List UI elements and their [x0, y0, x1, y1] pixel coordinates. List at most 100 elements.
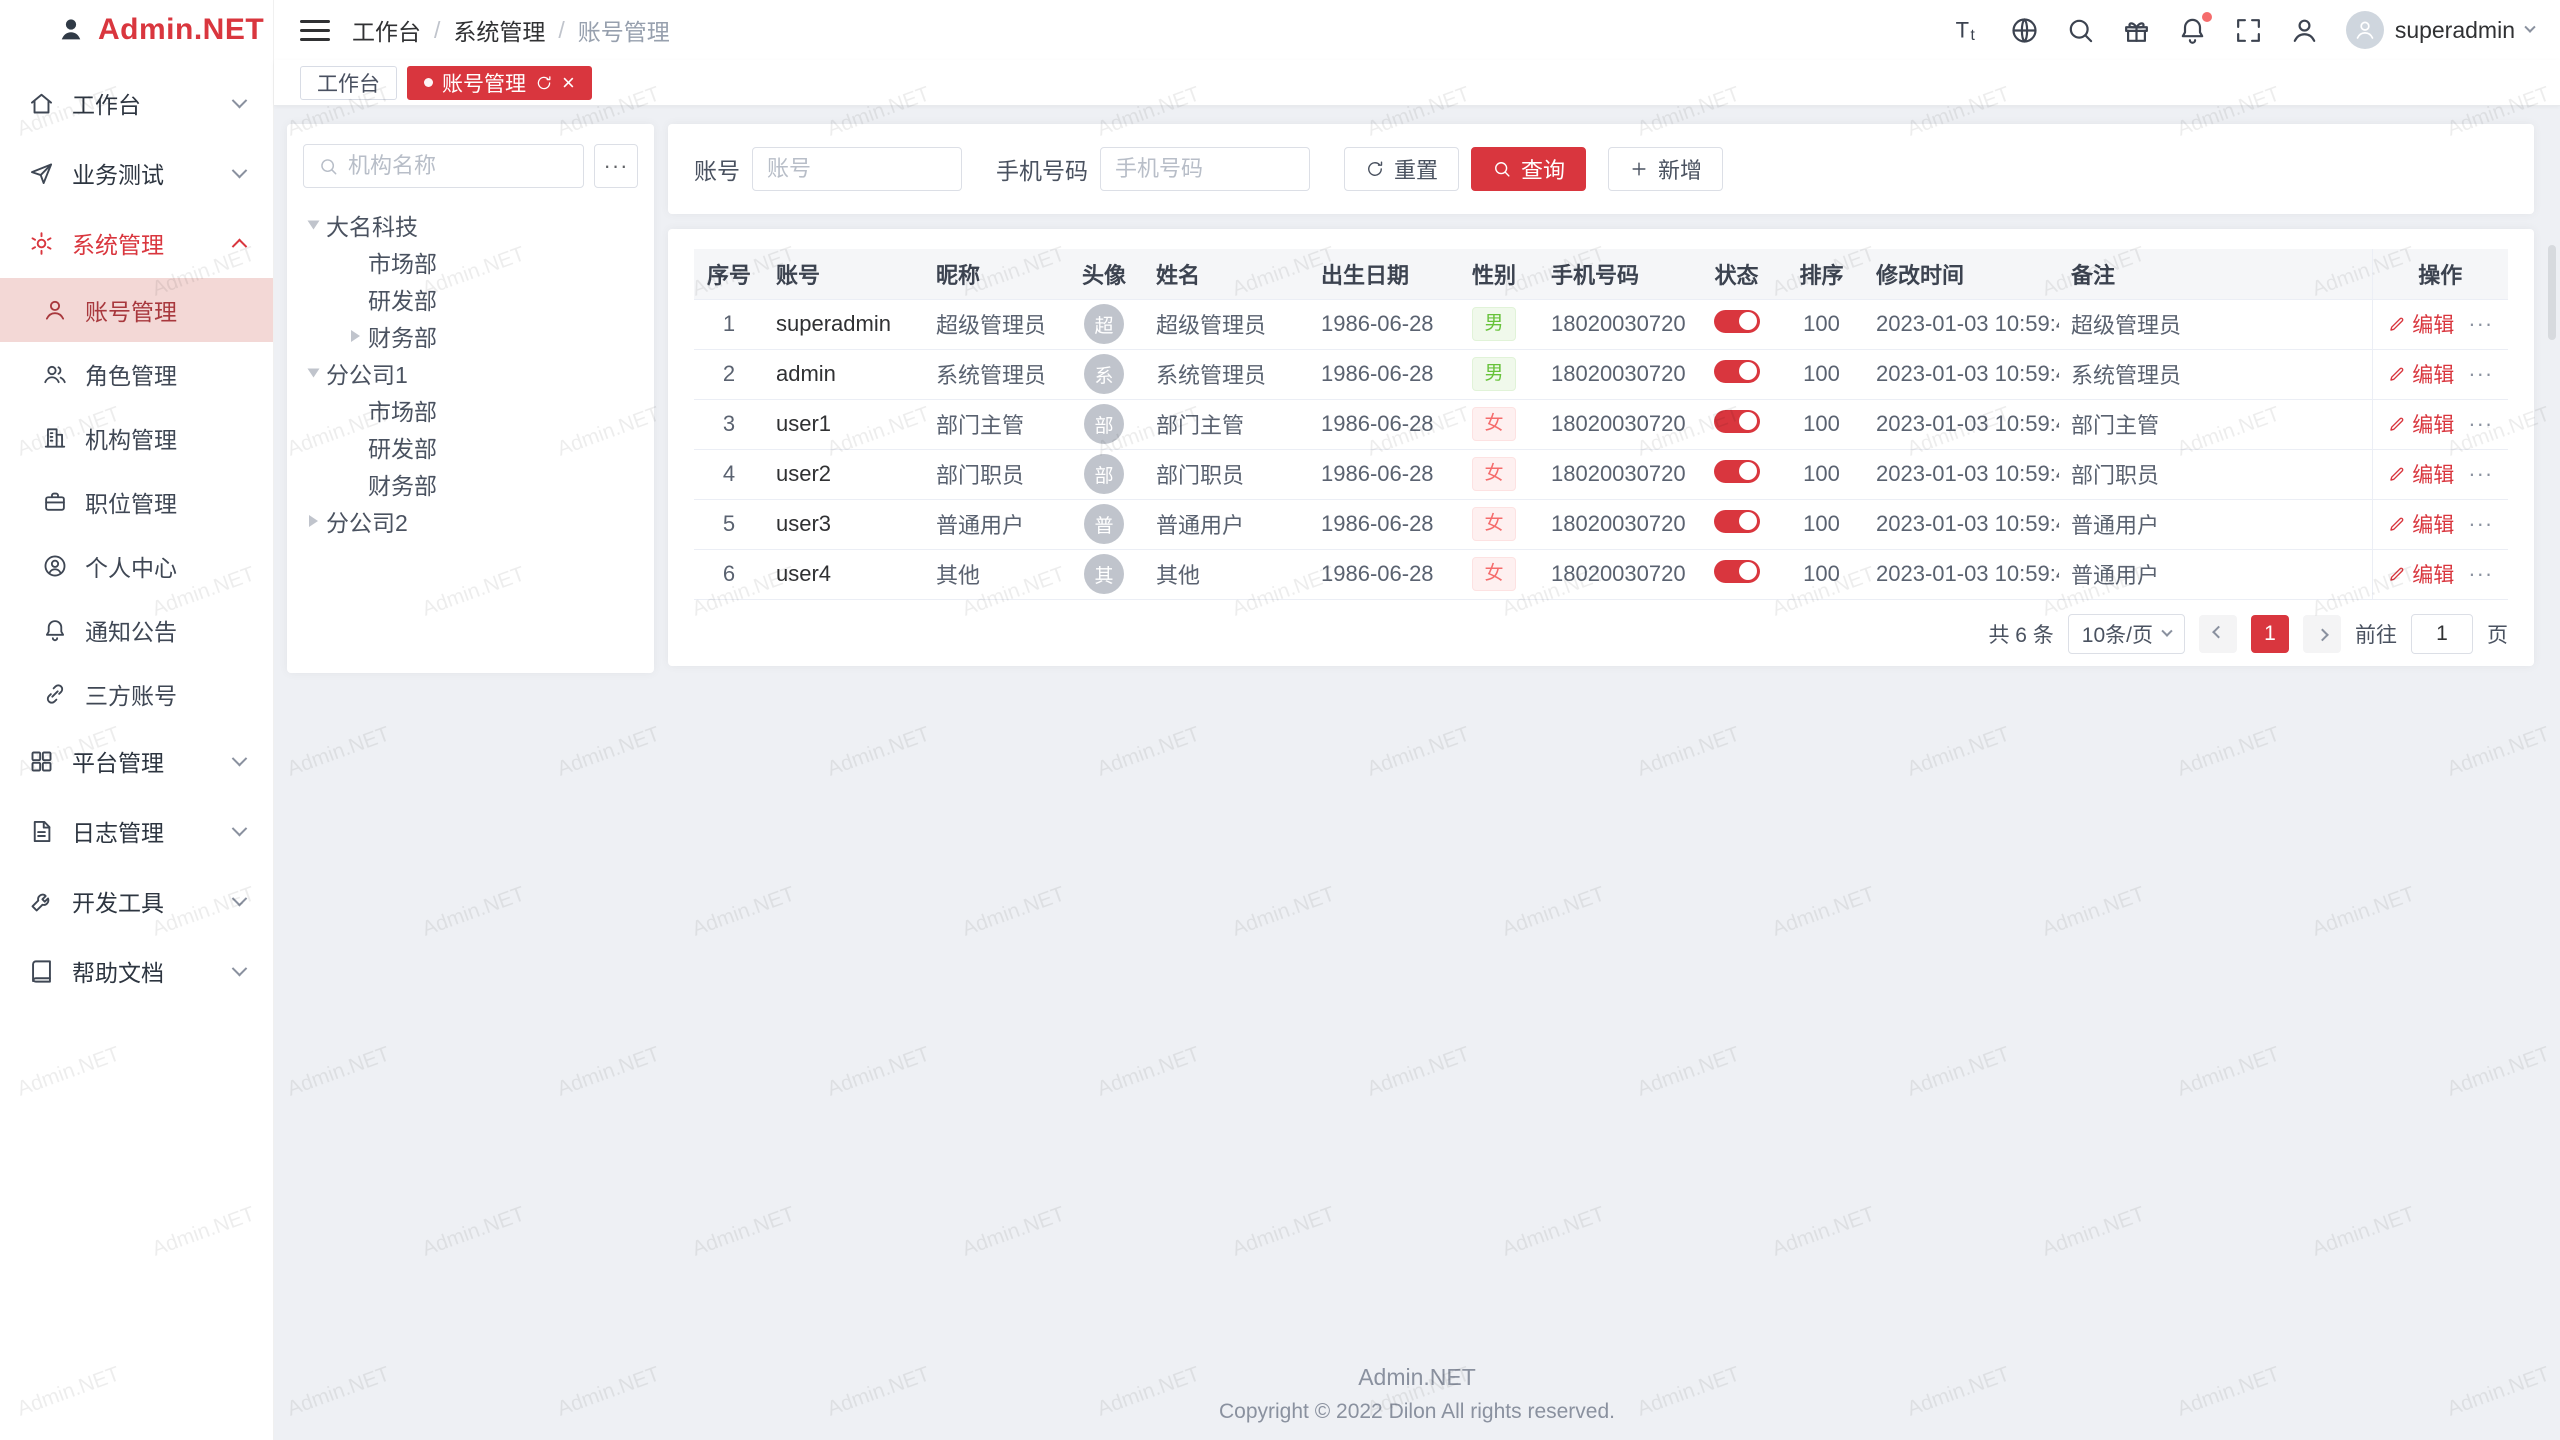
cell-modified: 2023-01-03 10:59:44	[1864, 549, 2059, 599]
row-more-button[interactable]: ···	[2468, 411, 2493, 437]
scrollbar-thumb[interactable]	[2548, 245, 2556, 340]
status-toggle[interactable]	[1714, 360, 1760, 383]
edit-button[interactable]: 编辑	[2387, 509, 2454, 539]
edit-icon	[2387, 365, 2406, 384]
search-icon	[318, 156, 339, 177]
reset-button[interactable]: 重置	[1344, 147, 1459, 191]
tab-workbench[interactable]: 工作台	[300, 66, 397, 100]
topbar-actions: Tt	[1953, 15, 2320, 46]
tab-account-management[interactable]: 账号管理×	[407, 66, 592, 100]
edit-button[interactable]: 编辑	[2387, 459, 2454, 489]
table-row: 2admin系统管理员系系统管理员1986-06-28男180200307201…	[694, 349, 2508, 399]
sidebar-item-help-docs[interactable]: 帮助文档	[0, 936, 273, 1006]
tree-node[interactable]: 研发部	[303, 280, 638, 317]
notification-badge	[2202, 12, 2212, 22]
tree-node[interactable]: 分公司1	[303, 354, 638, 391]
sidebar-item-workbench[interactable]: 工作台	[0, 68, 273, 138]
cell-account: user2	[764, 449, 924, 499]
caret-right-icon[interactable]	[351, 330, 360, 342]
gift-button[interactable]	[2121, 15, 2152, 46]
org-more-button[interactable]: ···	[594, 144, 638, 188]
cell-birthdate: 1986-06-28	[1309, 549, 1449, 599]
filter-bar: 账号 手机号码 重置 查询 新增	[668, 124, 2534, 214]
sidebar-item-notice-announcement[interactable]: 通知公告	[0, 598, 273, 662]
search-icon	[1492, 159, 1512, 179]
app-logo[interactable]: Admin.NET	[0, 0, 273, 60]
cell-nickname: 部门主管	[924, 399, 1064, 449]
fullscreen-icon	[2233, 15, 2264, 46]
edit-button[interactable]: 编辑	[2387, 409, 2454, 439]
sidebar-item-personal-center[interactable]: 个人中心	[0, 534, 273, 598]
cell-status	[1694, 299, 1779, 349]
content: ··· 大名科技市场部研发部财务部分公司1市场部研发部财务部分公司2 账号 手机…	[274, 106, 2560, 1440]
chevron-up-icon	[232, 238, 248, 254]
page-button-1[interactable]: 1	[2251, 615, 2289, 653]
tab-close-icon[interactable]: ×	[562, 72, 575, 94]
status-toggle[interactable]	[1714, 410, 1760, 433]
status-toggle[interactable]	[1714, 310, 1760, 333]
sidebar-item-position-management[interactable]: 职位管理	[0, 470, 273, 534]
caret-down-icon[interactable]	[308, 368, 320, 377]
locale-button[interactable]	[2009, 15, 2040, 46]
cell-actions: 编辑 ···	[2372, 549, 2508, 599]
breadcrumb-item[interactable]: 工作台	[352, 13, 421, 47]
edit-icon	[2387, 415, 2406, 434]
sidebar-item-third-party-account[interactable]: 三方账号	[0, 662, 273, 726]
table-row: 4user2部门职员部部门职员1986-06-28女18020030720100…	[694, 449, 2508, 499]
user-settings-button[interactable]	[2289, 15, 2320, 46]
sidebar-item-label: 通知公告	[85, 613, 177, 647]
tree-node[interactable]: 研发部	[303, 428, 638, 465]
row-more-button[interactable]: ···	[2468, 511, 2493, 537]
row-more-button[interactable]: ···	[2468, 561, 2493, 587]
tree-node[interactable]: 市场部	[303, 391, 638, 428]
sidebar-item-account-management[interactable]: 账号管理	[0, 278, 273, 342]
fullscreen-button[interactable]	[2233, 15, 2264, 46]
account-input[interactable]	[767, 156, 947, 182]
notifications-button[interactable]	[2177, 15, 2208, 46]
status-toggle[interactable]	[1714, 510, 1760, 533]
tree-node[interactable]: 分公司2	[303, 502, 638, 539]
next-page-button[interactable]	[2303, 615, 2341, 653]
sidebar-item-role-management[interactable]: 角色管理	[0, 342, 273, 406]
phone-input[interactable]	[1115, 156, 1295, 182]
search-button[interactable]: 查询	[1471, 147, 1586, 191]
sidebar-item-business-test[interactable]: 业务测试	[0, 138, 273, 208]
status-toggle[interactable]	[1714, 560, 1760, 583]
org-search-input[interactable]	[348, 153, 569, 179]
row-more-button[interactable]: ···	[2468, 361, 2493, 387]
cell-sort: 100	[1779, 299, 1864, 349]
menu-toggle-button[interactable]	[300, 17, 330, 43]
sidebar-item-platform-management[interactable]: 平台管理	[0, 726, 273, 796]
tree-node[interactable]: 市场部	[303, 243, 638, 280]
tab-refresh-button[interactable]	[535, 71, 553, 95]
tree-node[interactable]: 财务部	[303, 465, 638, 502]
edit-button[interactable]: 编辑	[2387, 309, 2454, 339]
sidebar-item-system-management[interactable]: 系统管理	[0, 208, 273, 278]
goto-page-input[interactable]	[2411, 614, 2473, 654]
sidebar-item-dev-tools[interactable]: 开发工具	[0, 866, 273, 936]
tree-node[interactable]: 财务部	[303, 317, 638, 354]
account-filter-field	[752, 147, 962, 191]
caret-down-icon[interactable]	[308, 220, 320, 229]
row-more-button[interactable]: ···	[2468, 311, 2493, 337]
user-menu[interactable]: superadmin	[2346, 11, 2534, 49]
edit-button[interactable]: 编辑	[2387, 559, 2454, 589]
row-more-button[interactable]: ···	[2468, 461, 2493, 487]
sidebar-item-org-management[interactable]: 机构管理	[0, 406, 273, 470]
status-toggle[interactable]	[1714, 460, 1760, 483]
breadcrumb-item[interactable]: 系统管理	[453, 13, 545, 47]
book-icon	[28, 958, 55, 985]
tree-node-label: 大名科技	[326, 208, 418, 242]
font-size-button[interactable]: Tt	[1953, 15, 1984, 46]
edit-button[interactable]: 编辑	[2387, 359, 2454, 389]
page-size-select[interactable]: 10条/页	[2068, 614, 2185, 654]
caret-right-icon[interactable]	[309, 515, 318, 527]
cell-account: user4	[764, 549, 924, 599]
sidebar-item-log-management[interactable]: 日志管理	[0, 796, 273, 866]
gift-icon	[2121, 15, 2152, 46]
tree-node[interactable]: 大名科技	[303, 206, 638, 243]
add-button[interactable]: 新增	[1608, 147, 1723, 191]
prev-page-button[interactable]	[2199, 615, 2237, 653]
search-button[interactable]	[2065, 15, 2096, 46]
edit-icon	[2387, 315, 2406, 334]
